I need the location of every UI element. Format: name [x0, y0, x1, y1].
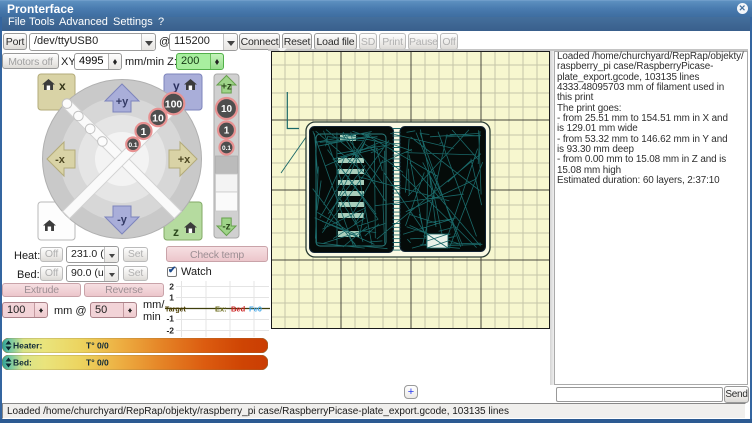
svg-text:+x: +x: [178, 154, 191, 166]
svg-text:T° 0/0: T° 0/0: [86, 341, 109, 351]
svg-text:Ex:: Ex:: [215, 305, 227, 314]
svg-text:10: 10: [152, 112, 164, 124]
svg-text:-1: -1: [166, 314, 174, 324]
svg-text:0.1: 0.1: [222, 145, 231, 152]
svg-text:-y: -y: [117, 214, 128, 226]
svg-text:0.1: 0.1: [128, 142, 137, 149]
svg-text:1: 1: [169, 293, 174, 303]
svg-text:T° 0/0: T° 0/0: [86, 358, 109, 368]
svg-text:Heater:: Heater:: [13, 341, 42, 351]
svg-text:-x: -x: [55, 154, 66, 166]
svg-text:Target: Target: [165, 307, 187, 314]
svg-text:Fe0: Fe0: [249, 305, 262, 314]
svg-text:1: 1: [224, 126, 230, 137]
svg-text:y: y: [173, 79, 180, 93]
svg-text:x: x: [59, 79, 66, 93]
svg-text:Bed: Bed: [231, 305, 246, 314]
svg-text:100: 100: [165, 98, 183, 110]
svg-text:Bed:: Bed:: [13, 358, 32, 368]
svg-text:1: 1: [141, 126, 147, 138]
svg-text:+z: +z: [221, 82, 232, 93]
svg-text:-2: -2: [166, 326, 174, 336]
svg-text:z: z: [173, 225, 179, 239]
svg-text:2: 2: [169, 282, 174, 292]
svg-text:-z: -z: [222, 222, 230, 233]
svg-text:+y: +y: [116, 96, 129, 108]
svg-text:10: 10: [221, 104, 233, 115]
